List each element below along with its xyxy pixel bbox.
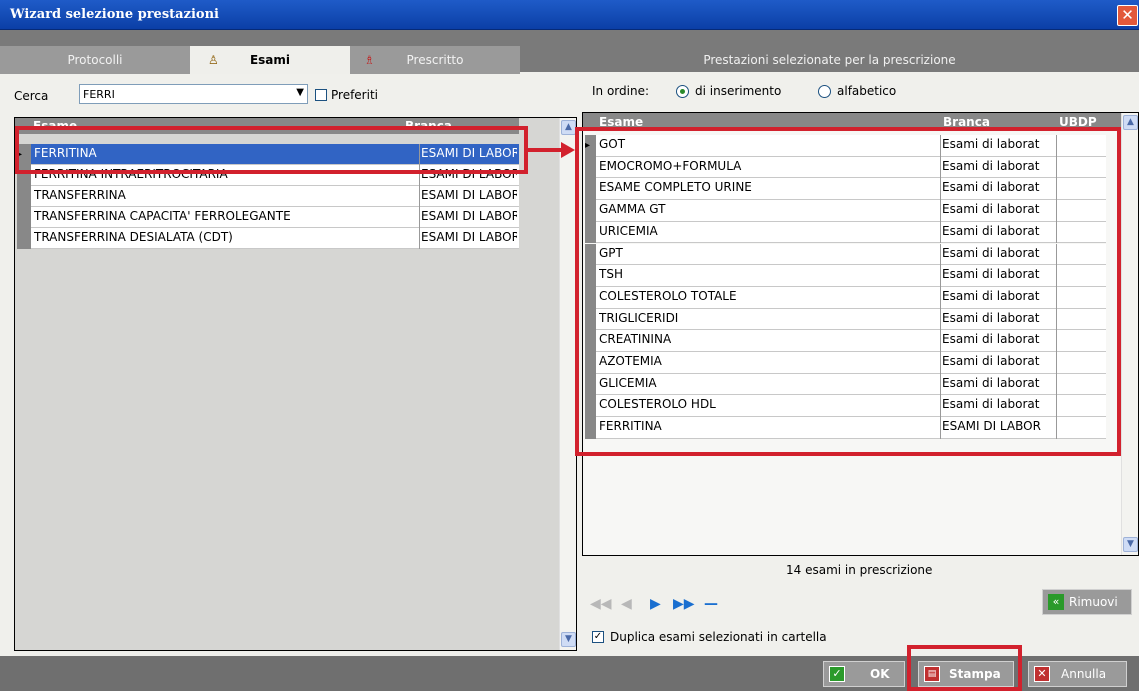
search-value: FERRI xyxy=(83,88,115,101)
scroll-up-icon[interactable]: ▲ xyxy=(1123,115,1138,130)
highlight-left-row xyxy=(15,126,528,174)
person-icon: ♙ xyxy=(208,53,219,67)
rimuovi-label: Rimuovi xyxy=(1069,595,1118,609)
left-cell-branca: ESAMI DI LABOR xyxy=(421,188,517,202)
left-row[interactable]: TRANSFERRINA ESAMI DI LABOR xyxy=(17,186,519,207)
radio-alfabetico-label: alfabetico xyxy=(837,84,897,98)
rimuovi-button[interactable]: « Rimuovi xyxy=(1042,589,1132,615)
close-button[interactable]: ✕ xyxy=(1117,5,1138,26)
left-cell-branca: ESAMI DI LABOR xyxy=(421,209,517,223)
radio-inserimento[interactable] xyxy=(676,85,689,98)
column-divider xyxy=(419,207,420,228)
left-row-gutter xyxy=(17,228,31,249)
left-cell-esame: TRANSFERRINA CAPACITA' FERROLEGANTE xyxy=(34,209,291,223)
left-row[interactable]: TRANSFERRINA DESIALATA (CDT) ESAMI DI LAB… xyxy=(17,228,519,249)
prescription-icon: ♗ xyxy=(364,53,375,67)
annulla-label: Annulla xyxy=(1061,667,1107,681)
tab-prescritto-label: Prescritto xyxy=(406,53,464,67)
title-bar: Wizard selezione prestazioni ✕ xyxy=(0,0,1139,30)
preferiti-checkbox[interactable] xyxy=(315,89,327,101)
arrow-line xyxy=(527,148,565,152)
ok-button[interactable]: ✓ OK xyxy=(823,661,905,687)
right-panel-title: Prestazioni selezionate per la prescrizi… xyxy=(703,53,956,67)
duplica-label: Duplica esami selezionati in cartella xyxy=(610,630,827,644)
tab-esami[interactable]: ♙ Esami xyxy=(190,46,350,74)
window-title: Wizard selezione prestazioni xyxy=(10,7,219,22)
search-label: Cerca xyxy=(14,89,49,103)
annulla-button[interactable]: ✕ Annulla xyxy=(1028,661,1127,687)
left-grid: Esame Branca ▸ FERRITINA ESAMI DI LABOR FER… xyxy=(14,117,577,651)
tab-protocolli-label: Protocolli xyxy=(67,53,123,67)
minus-icon[interactable]: — xyxy=(704,596,718,612)
radio-inserimento-label: di inserimento xyxy=(695,84,782,98)
left-row-gutter xyxy=(17,186,31,207)
tab-prescritto[interactable]: ♗ Prescritto xyxy=(350,46,520,74)
order-label: In ordine: xyxy=(592,84,650,98)
search-combo[interactable]: FERRI ▼ xyxy=(79,84,308,104)
radio-dot-icon xyxy=(680,89,685,94)
left-cell-branca: ESAMI DI LABOR xyxy=(421,230,517,244)
right-scrollbar[interactable]: ▲ ▼ xyxy=(1121,113,1138,555)
wizard-window: Wizard selezione prestazioni ✕ Protocoll… xyxy=(0,0,1139,691)
cancel-icon: ✕ xyxy=(1034,666,1050,682)
column-divider xyxy=(419,228,420,249)
scroll-up-icon[interactable]: ▲ xyxy=(561,120,576,135)
left-row[interactable]: TRANSFERRINA CAPACITA' FERROLEGANTE ESAMI… xyxy=(17,207,519,228)
left-cell-esame: TRANSFERRINA xyxy=(34,188,126,202)
scroll-down-icon[interactable]: ▼ xyxy=(1123,537,1138,552)
next-icon[interactable]: ▶ xyxy=(650,596,661,612)
double-left-arrow-icon: « xyxy=(1048,594,1064,610)
ok-label: OK xyxy=(870,667,890,681)
first-icon[interactable]: ◀◀ xyxy=(590,596,612,612)
highlight-stampa xyxy=(907,645,1022,691)
duplica-checkbox[interactable]: ✓ xyxy=(592,631,604,643)
check-icon: ✓ xyxy=(829,666,845,682)
radio-alfabetico[interactable] xyxy=(818,85,831,98)
left-row-gutter xyxy=(17,207,31,228)
preferiti-label: Preferiti xyxy=(331,88,378,102)
left-scrollbar[interactable]: ▲ ▼ xyxy=(559,118,576,650)
left-cell-esame: TRANSFERRINA DESIALATA (CDT) xyxy=(34,230,233,244)
prev-icon[interactable]: ◀ xyxy=(621,596,632,612)
count-text: 14 esami in prescrizione xyxy=(786,563,933,577)
column-divider xyxy=(419,186,420,207)
chevron-down-icon: ▼ xyxy=(296,87,304,98)
arrow-head-icon xyxy=(561,142,575,158)
scroll-down-icon[interactable]: ▼ xyxy=(561,632,576,647)
last-icon[interactable]: ▶▶ xyxy=(673,596,695,612)
highlight-right-grid xyxy=(575,127,1121,456)
tab-protocolli[interactable]: Protocolli xyxy=(0,46,190,74)
tab-esami-label: Esami xyxy=(249,53,291,67)
